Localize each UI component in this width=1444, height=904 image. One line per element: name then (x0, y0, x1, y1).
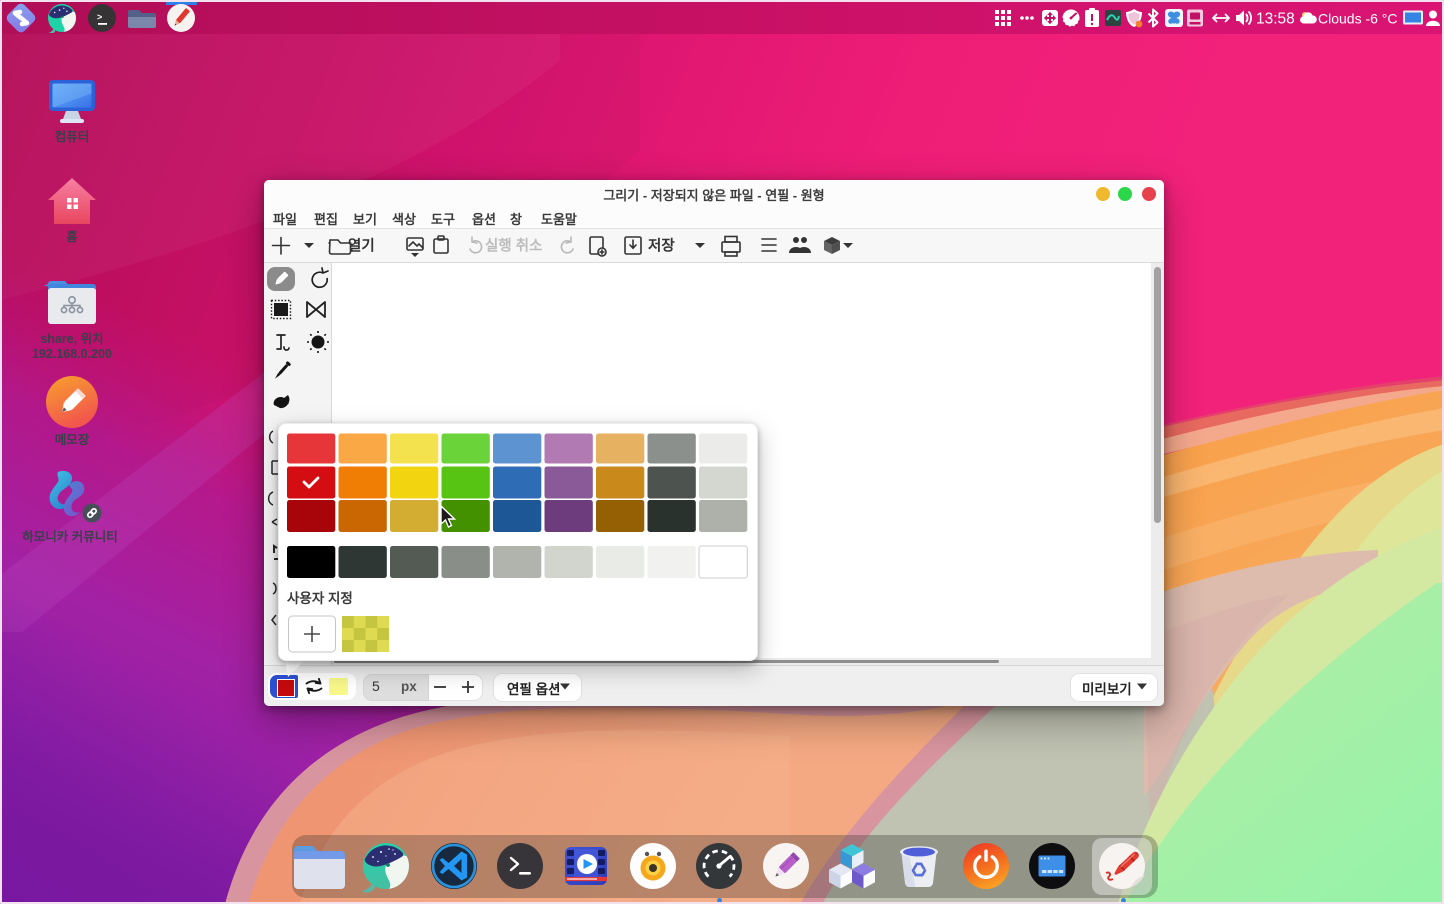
svg-text:13:58: 13:58 (1256, 11, 1295, 28)
svg-text:사용자 지정: 사용자 지정 (287, 590, 353, 606)
svg-text:열기: 열기 (348, 238, 375, 255)
svg-text:Clouds -6 °C: Clouds -6 °C (1318, 11, 1398, 27)
svg-text:실행 취소: 실행 취소 (485, 238, 542, 255)
svg-text:저장: 저장 (648, 237, 675, 255)
svg-text:>: > (97, 12, 102, 22)
